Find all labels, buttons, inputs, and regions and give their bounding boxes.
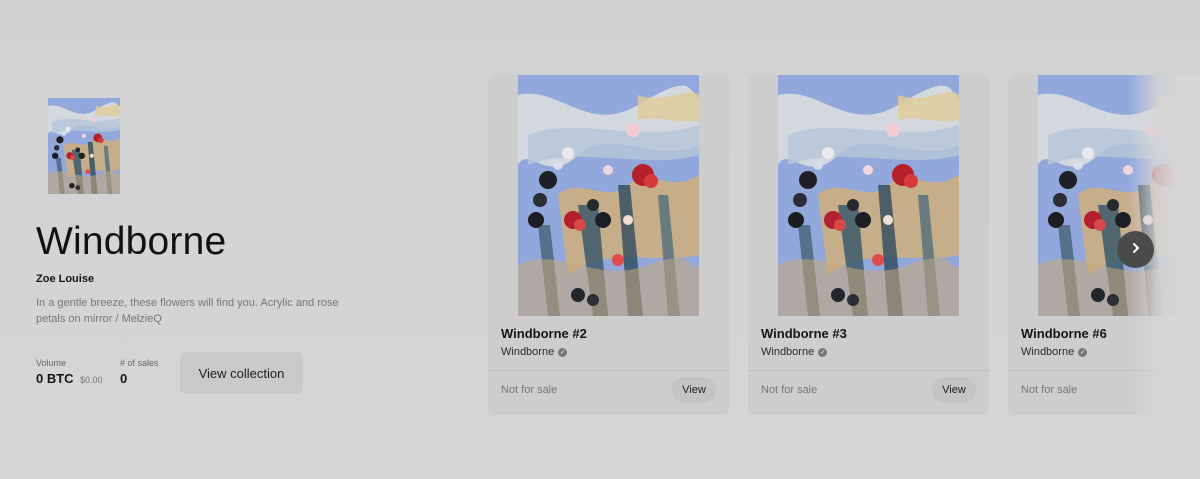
sales-stat: # of sales 0: [120, 358, 159, 388]
item-collection-name: Windborne: [761, 346, 815, 358]
item-collection-name: Windborne: [1021, 346, 1075, 358]
collection-description: In a gentle breeze, these flowers will f…: [36, 297, 339, 325]
view-collection-button[interactable]: View collection: [180, 352, 303, 394]
volume-stat: Volume 0 BTC $0.00: [36, 358, 103, 388]
item-card[interactable]: Windborne #2 Windborne ✓ Not for sale Vi…: [488, 75, 729, 415]
volume-value: 0 BTC: [36, 371, 74, 386]
card-divider: [748, 370, 989, 371]
item-name[interactable]: Windborne #2: [501, 326, 587, 341]
sales-value: 0: [120, 371, 128, 386]
item-name[interactable]: Windborne #6: [1021, 326, 1107, 341]
item-artwork[interactable]: [778, 75, 959, 316]
item-card[interactable]: Windborne #3 Windborne ✓ Not for sale Vi…: [748, 75, 989, 415]
item-collection-name: Windborne: [501, 346, 555, 358]
sale-status: Not for sale: [761, 384, 818, 396]
item-card[interactable]: Windborne #6 Windborne ✓ Not for sale: [1008, 75, 1200, 415]
volume-fiat: $0.00: [80, 375, 103, 385]
carousel-next-button[interactable]: [1117, 231, 1154, 268]
verified-icon: ✓: [558, 347, 568, 357]
sales-label: # of sales: [120, 358, 159, 368]
chevron-right-icon: [1130, 242, 1142, 257]
sale-status: Not for sale: [1021, 384, 1078, 396]
sale-status: Not for sale: [501, 384, 558, 396]
item-name[interactable]: Windborne #3: [761, 326, 847, 341]
item-collection[interactable]: Windborne ✓: [1021, 346, 1088, 358]
collection-thumbnail[interactable]: [48, 98, 120, 194]
item-collection[interactable]: Windborne ✓: [501, 346, 568, 358]
card-divider: [488, 370, 729, 371]
view-item-button[interactable]: View: [932, 377, 976, 403]
collection-title: Windborne: [36, 220, 227, 263]
card-divider: [1008, 370, 1200, 371]
verified-icon: ✓: [818, 347, 828, 357]
view-item-button[interactable]: View: [672, 377, 716, 403]
artist-name[interactable]: Zoe Louise: [36, 273, 94, 285]
verified-icon: ✓: [1078, 347, 1088, 357]
item-carousel: Windborne #2 Windborne ✓ Not for sale Vi…: [488, 75, 1200, 415]
item-collection[interactable]: Windborne ✓: [761, 346, 828, 358]
collection-page: Windborne Zoe Louise In a gentle breeze,…: [0, 0, 1200, 479]
item-artwork[interactable]: [518, 75, 699, 316]
item-artwork[interactable]: [1038, 75, 1200, 316]
volume-label: Volume: [36, 358, 67, 368]
